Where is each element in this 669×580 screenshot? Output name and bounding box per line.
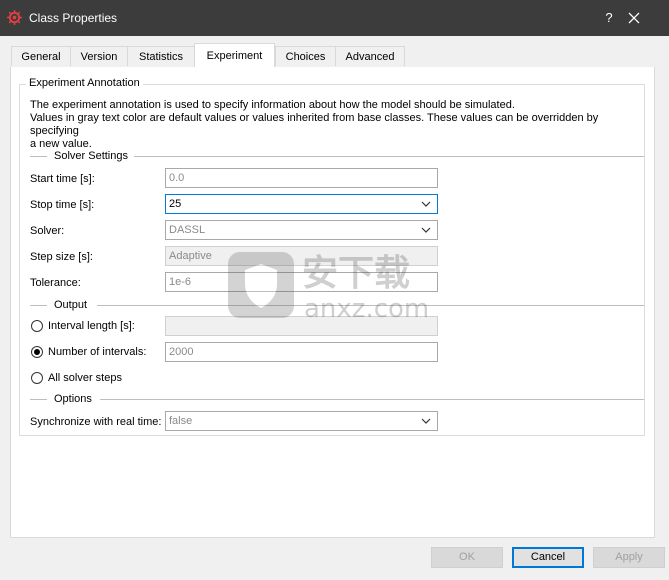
step-size-label: Step size [s]: xyxy=(30,251,93,263)
radio-selected-dot xyxy=(34,349,40,355)
sync-real-time-value: false xyxy=(169,415,193,427)
solver-value: DASSL xyxy=(169,224,206,236)
section-solver-settings: Solver Settings xyxy=(30,150,644,162)
stop-time-combo[interactable]: 25 xyxy=(165,194,438,214)
section-output: Output xyxy=(30,299,644,311)
solver-select[interactable]: DASSL xyxy=(165,220,438,240)
section-options: Options xyxy=(30,393,644,405)
solver-label: Solver: xyxy=(30,225,65,237)
section-heading: Options xyxy=(54,393,92,405)
section-heading: Solver Settings xyxy=(54,150,128,162)
window-title: Class Properties xyxy=(29,11,118,25)
chevron-down-icon[interactable] xyxy=(421,200,431,208)
tolerance-label: Tolerance: xyxy=(30,277,81,289)
step-size-input[interactable]: Adaptive xyxy=(165,246,438,266)
interval-length-input[interactable] xyxy=(165,316,438,336)
chevron-down-icon[interactable] xyxy=(421,226,431,234)
tab-advanced[interactable]: Advanced xyxy=(335,46,405,66)
help-button[interactable]: ? xyxy=(602,10,616,25)
all-solver-steps-radio[interactable] xyxy=(31,372,43,384)
group-title: Experiment Annotation xyxy=(26,77,143,89)
ok-button[interactable]: OK xyxy=(431,547,503,568)
number-of-intervals-radio[interactable] xyxy=(31,346,43,358)
tab-experiment[interactable]: Experiment xyxy=(194,43,275,67)
section-heading: Output xyxy=(54,299,88,311)
close-icon[interactable] xyxy=(616,2,652,34)
interval-length-label[interactable]: Interval length [s]: xyxy=(48,320,135,332)
tab-statistics[interactable]: Statistics xyxy=(127,46,195,66)
tab-general[interactable]: General xyxy=(11,46,71,66)
sync-real-time-label: Synchronize with real time: xyxy=(30,416,162,428)
description-text: The experiment annotation is used to spe… xyxy=(30,99,599,150)
tab-bar: General Version Statistics Experiment Ch… xyxy=(10,43,655,68)
cancel-button[interactable]: Cancel xyxy=(512,547,584,568)
all-solver-steps-label[interactable]: All solver steps xyxy=(48,372,122,384)
stop-time-value: 25 xyxy=(169,198,182,210)
title-bar: Class Properties ? xyxy=(0,0,669,36)
stop-time-label: Stop time [s]: xyxy=(30,199,95,211)
tolerance-input[interactable]: 1e-6 xyxy=(165,272,438,292)
app-gear-icon xyxy=(7,10,22,25)
tab-choices[interactable]: Choices xyxy=(275,46,336,66)
tab-version[interactable]: Version xyxy=(70,46,128,66)
sync-real-time-select[interactable]: false xyxy=(165,411,438,431)
number-of-intervals-label[interactable]: Number of intervals: xyxy=(48,346,146,358)
start-time-label: Start time [s]: xyxy=(30,173,95,185)
interval-length-radio[interactable] xyxy=(31,320,43,332)
start-time-input[interactable]: 0.0 xyxy=(165,168,438,188)
apply-button[interactable]: Apply xyxy=(593,547,665,568)
number-of-intervals-input[interactable]: 2000 xyxy=(165,342,438,362)
chevron-down-icon[interactable] xyxy=(421,417,431,425)
